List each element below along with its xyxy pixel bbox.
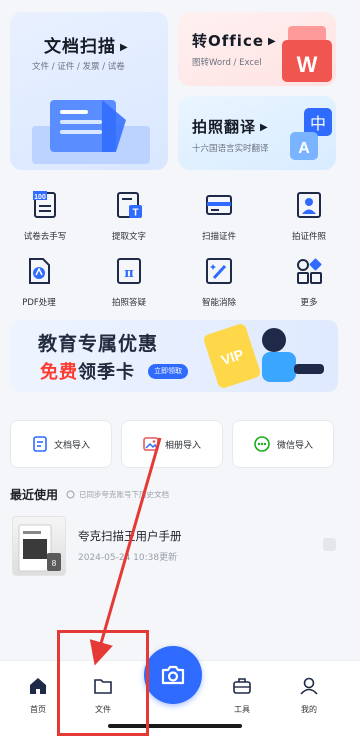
album-import-label: 相册导入 [164, 440, 201, 451]
pdf-icon [29, 258, 50, 284]
wechat-import-button[interactable]: 微信导入 [232, 420, 334, 468]
svg-text:T: T [132, 208, 138, 219]
tool-scan-id[interactable]: 扫描证件 [174, 190, 264, 242]
doc-import-label: 文档导入 [53, 440, 90, 451]
to-office-title: 转Office ▶ [192, 32, 277, 50]
manual-cover-icon: 8 [18, 524, 61, 572]
import-options: 文档导入 相册导入 微信导入 [0, 420, 360, 470]
chevron-right-icon: ▶ [120, 41, 129, 53]
recent-sync-status: 已同步夸克账号下历史文档 [66, 489, 169, 500]
doc-scan-subtitle: 文件 / 证件 / 发票 / 试卷 [32, 62, 125, 72]
vip-illustration-icon: VIP [203, 324, 324, 388]
banner-subheadline: 免费领季卡 [40, 362, 135, 383]
tool-photo-qa[interactable]: π 拍照答疑 [84, 256, 174, 308]
camera-capture-button[interactable] [144, 646, 202, 704]
tool-extract-text[interactable]: T 提取文字 [84, 190, 174, 242]
album-import-button[interactable]: 相册导入 [121, 420, 223, 468]
home-icon [30, 678, 46, 694]
nav-tools[interactable]: 工具 [212, 677, 272, 715]
doc-import-button[interactable]: 文档导入 [10, 420, 112, 468]
word-badge: W [297, 52, 318, 77]
word-doc-icon: W [282, 26, 332, 82]
nav-tools-label: 工具 [234, 705, 250, 714]
photo-translate-card[interactable]: 拍照翻译 ▶ 十六国语言实时翻译 中 A [178, 96, 336, 170]
tool-exam-dehandwrite[interactable]: 100 试卷去手写 [0, 190, 90, 242]
banner-claim-button[interactable]: 立即领取 [148, 364, 188, 379]
magic-wand-icon [206, 258, 232, 284]
tool-label: 更多 [300, 298, 318, 308]
svg-text:100: 100 [34, 194, 46, 201]
doc-import-icon [33, 436, 47, 452]
tool-label: 扫描证件 [201, 232, 236, 242]
recent-file-row[interactable]: 8 夸克扫描王用户手册 2024-05-24 10:38更新 [0, 510, 360, 580]
nav-mine[interactable]: 我的 [279, 677, 339, 715]
promo-banner[interactable]: 教育专属优惠 免费领季卡 立即领取 VIP [10, 320, 338, 392]
to-office-subtitle: 图转Word / Excel [192, 58, 262, 68]
tool-label: 试卷去手写 [23, 232, 67, 242]
tool-pdf[interactable]: PDF处理 [0, 256, 84, 308]
doc-scan-card[interactable]: 文档扫描 ▶ 文件 / 证件 / 发票 / 试卷 [10, 12, 168, 170]
svg-text:π: π [124, 266, 134, 281]
file-page-count: 8 [52, 559, 57, 568]
photo-translate-title: 拍照翻译 ▶ [192, 118, 269, 136]
file-updated-time: 2024-05-24 10:38更新 [78, 553, 178, 563]
tool-more[interactable]: 更多 [264, 256, 354, 308]
file-name: 夸克扫描王用户手册 [78, 529, 182, 543]
profile-icon [300, 677, 318, 695]
exam-icon: 100 [33, 191, 56, 218]
chevron-right-icon: ▶ [268, 36, 277, 47]
tool-smart-erase[interactable]: 智能消除 [174, 256, 264, 308]
nav-mine-label: 我的 [301, 705, 317, 714]
tool-id-photo[interactable]: 拍证件照 [264, 190, 354, 242]
translate-badge-zh: 中 [310, 114, 326, 133]
file-thumbnail: 8 [12, 516, 66, 576]
tool-label: PDF处理 [22, 298, 56, 308]
annotation-highlight-box [57, 630, 149, 736]
more-apps-icon [297, 258, 322, 284]
extract-text-icon: T [117, 192, 142, 219]
tool-label: 拍照答疑 [111, 298, 146, 308]
tool-label: 提取文字 [111, 232, 146, 242]
chevron-right-icon: ▶ [260, 122, 269, 133]
tool-label: 智能消除 [201, 298, 236, 308]
document-illustration-icon [32, 100, 150, 164]
translate-icon: 中 A [290, 108, 332, 160]
album-import-icon [143, 437, 159, 451]
to-office-card[interactable]: 转Office ▶ 图转Word / Excel W [178, 12, 336, 86]
translate-badge-a: A [298, 140, 310, 157]
file-select-checkbox[interactable] [323, 538, 336, 551]
id-scan-icon [206, 195, 232, 215]
id-photo-icon [297, 192, 321, 218]
toolbox-icon [233, 678, 251, 694]
wechat-import-label: 微信导入 [276, 440, 313, 451]
camera-icon [161, 665, 185, 685]
recent-header: 最近使用 已同步夸克账号下历史文档 [10, 486, 169, 503]
recent-title: 最近使用 [10, 488, 59, 502]
pi-icon: π [117, 258, 141, 284]
photo-translate-subtitle: 十六国语言实时翻译 [192, 144, 269, 154]
tool-label: 拍证件照 [291, 232, 326, 242]
doc-scan-title: 文档扫描 ▶ [44, 37, 129, 57]
sync-icon [66, 490, 75, 499]
banner-headline: 教育专属优惠 [38, 333, 159, 355]
wechat-import-icon [254, 436, 270, 452]
